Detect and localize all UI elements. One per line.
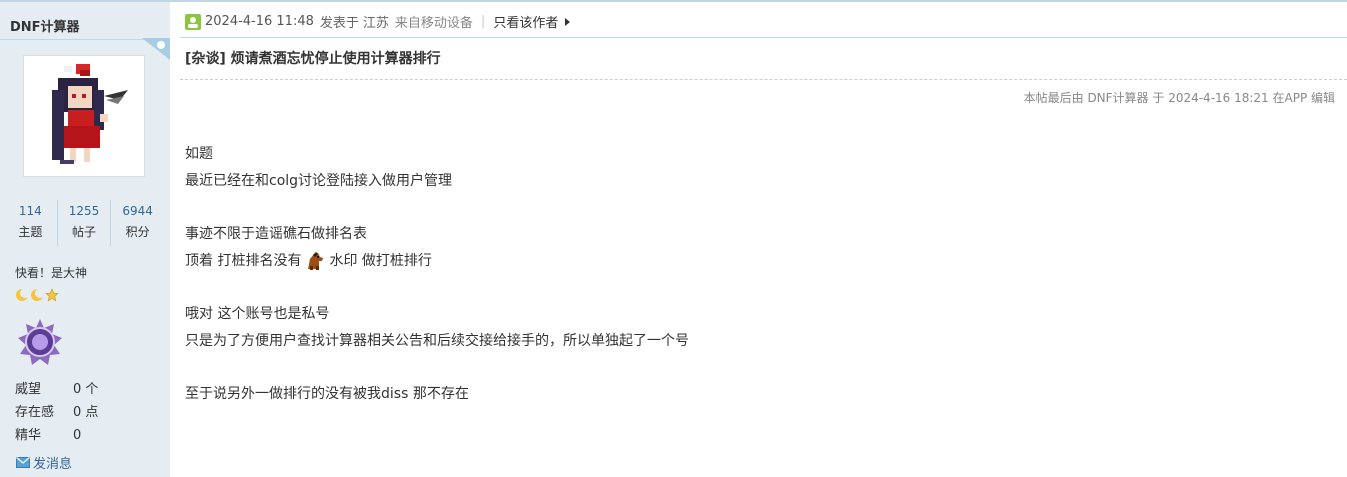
info-row-digest: 精华 0 <box>15 424 98 447</box>
send-message-button[interactable]: 发消息 <box>16 453 72 472</box>
stat-value: 6944 <box>122 204 153 218</box>
moon-icon <box>16 288 29 301</box>
send-message-label: 发消息 <box>33 457 73 472</box>
content-line: 至于说另外一做排行的没有被我diss 那不存在 <box>185 386 469 402</box>
avatar-image <box>52 64 128 164</box>
content-gap <box>185 195 689 221</box>
post-time: 2024-4-16 11:48 <box>205 14 314 29</box>
star-icon <box>45 288 59 302</box>
rank-stars <box>15 288 59 302</box>
info-label: 精华 <box>15 428 42 443</box>
user-title: 快看！是大神 <box>15 266 88 280</box>
only-author-link[interactable]: 只看该作者 <box>493 12 558 31</box>
content-line: 事迹不限于造谣礁石做排名表 <box>185 226 367 242</box>
stat-label: 主题 <box>18 225 43 239</box>
content-line: 只是为了方便用户查找计算器相关公告和后续交接给接手的，所以单独起了一个号 <box>185 333 689 349</box>
stat-threads[interactable]: 114 主题 <box>4 200 57 246</box>
thread-title: [杂谈] 烦请煮酒忘忧停止使用计算器排行 <box>185 51 441 67</box>
post-location: 江苏 <box>362 16 389 31</box>
stat-posts[interactable]: 1255 帖子 <box>56 200 111 246</box>
content-gap <box>185 355 689 381</box>
title-divider <box>180 79 1347 80</box>
content-line: 如题 <box>185 146 213 162</box>
post-content: 如题 最近已经在和colg讨论登陆接入做用户管理 事迹不限于造谣礁石做排名表 顶… <box>185 141 689 408</box>
posted-at-label: 发表于 <box>319 16 359 31</box>
content-line: 哦对 这个账号也是私号 <box>185 306 330 322</box>
info-value: 0 <box>73 428 82 443</box>
stat-value: 114 <box>18 204 42 218</box>
content-text: 顶着 打桩排名没有 <box>185 253 302 269</box>
header-divider <box>180 37 1347 38</box>
stat-points[interactable]: 6944 积分 <box>110 200 164 246</box>
horse-emoji-icon <box>308 252 324 270</box>
info-value: 0 点 <box>73 405 99 420</box>
author-sidebar: DNF计算器 114 主题 1255 帖子 6944 积分 快看！是大神 威望 … <box>0 2 170 477</box>
post-header: 2024-4-16 11:48 发表于 江苏 来自移动设备 | 只看该作者 <box>185 12 571 31</box>
stat-value: 1255 <box>68 204 100 218</box>
stat-label: 帖子 <box>72 225 97 239</box>
content-text: 水印 做打桩排行 <box>329 253 432 269</box>
info-row-prestige: 威望 0 个 <box>15 378 98 401</box>
medal-badge-icon[interactable] <box>16 318 64 366</box>
user-online-icon <box>185 13 201 30</box>
header-separator: | <box>480 14 486 29</box>
content-line-with-emoji: 顶着 打桩排名没有 水印 做打桩排行 <box>185 248 689 275</box>
info-label: 威望 <box>15 382 42 397</box>
avatar[interactable] <box>23 55 145 177</box>
arrow-right-icon <box>565 17 571 26</box>
info-row-presence: 存在感 0 点 <box>15 401 98 424</box>
info-label: 存在感 <box>15 405 55 420</box>
content-gap <box>185 275 689 301</box>
author-stats: 114 主题 1255 帖子 6944 积分 <box>4 200 164 246</box>
online-corner-icon <box>142 38 170 60</box>
edit-note: 本帖最后由 DNF计算器 于 2024-4-16 18:21 在APP 编辑 <box>1023 91 1335 105</box>
info-value: 0 个 <box>73 382 99 397</box>
author-name[interactable]: DNF计算器 <box>10 16 80 35</box>
author-info: 威望 0 个 存在感 0 点 精华 0 <box>15 378 98 447</box>
top-border <box>0 0 1347 2</box>
mail-icon <box>16 457 30 468</box>
content-line: 最近已经在和colg讨论登陆接入做用户管理 <box>185 173 453 189</box>
moon-icon <box>31 288 44 301</box>
stat-label: 积分 <box>125 225 150 239</box>
post-device: 来自移动设备 <box>394 16 473 31</box>
